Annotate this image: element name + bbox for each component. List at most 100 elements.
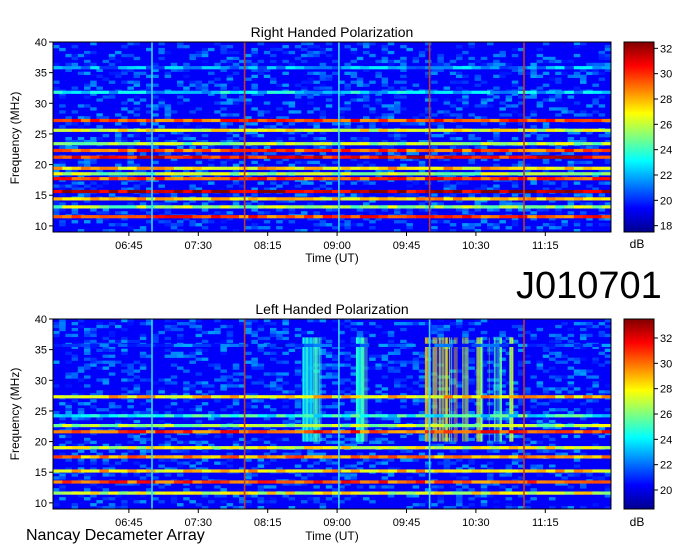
band-mark bbox=[136, 166, 147, 170]
heatmap-cell bbox=[77, 324, 85, 329]
heatmap-cell bbox=[133, 360, 141, 364]
heatmap-cell bbox=[387, 62, 395, 67]
heatmap-cell bbox=[325, 104, 333, 108]
band-mark bbox=[397, 66, 407, 70]
heatmap-cell bbox=[505, 98, 513, 102]
heatmap-cell bbox=[418, 360, 426, 364]
heatmap-cell bbox=[573, 464, 581, 468]
band-mark bbox=[397, 469, 407, 473]
heatmap-cell bbox=[530, 333, 537, 338]
heatmap-cell bbox=[226, 324, 234, 329]
heatmap-cell bbox=[431, 485, 438, 489]
band-mark bbox=[118, 215, 128, 219]
band-mark bbox=[183, 118, 193, 123]
band-mark bbox=[564, 430, 575, 434]
heatmap-cell bbox=[251, 47, 258, 52]
heatmap-cell bbox=[307, 160, 314, 165]
heatmap-cell bbox=[369, 354, 376, 358]
heatmap-cell bbox=[524, 208, 531, 212]
band-mark bbox=[545, 197, 556, 201]
heatmap-cell bbox=[220, 351, 227, 355]
heatmap-cell bbox=[319, 145, 327, 150]
band-mark bbox=[573, 148, 584, 153]
band-mark bbox=[564, 155, 575, 159]
band-mark bbox=[518, 155, 528, 159]
heatmap-cell bbox=[164, 473, 172, 477]
heatmap-cell bbox=[139, 363, 147, 367]
band-mark bbox=[136, 491, 147, 495]
heatmap-cell bbox=[195, 351, 203, 355]
heatmap-cell bbox=[263, 440, 271, 444]
heatmap-cell bbox=[201, 357, 209, 361]
band-mark bbox=[415, 148, 426, 153]
band-mark bbox=[173, 343, 184, 347]
heatmap-cell bbox=[369, 333, 376, 338]
y-tick-label: 20 bbox=[35, 437, 47, 449]
heatmap-cell bbox=[375, 390, 382, 394]
heatmap-cell bbox=[437, 202, 444, 206]
band-mark bbox=[53, 491, 63, 495]
band-mark bbox=[452, 205, 463, 209]
band-mark bbox=[592, 172, 603, 176]
heatmap-cell bbox=[387, 107, 395, 111]
band-mark bbox=[555, 215, 565, 219]
band-mark bbox=[136, 414, 147, 418]
band-mark bbox=[294, 118, 305, 123]
heatmap-cell bbox=[350, 181, 358, 185]
heatmap-cell bbox=[263, 336, 271, 341]
band-mark bbox=[471, 205, 482, 209]
heatmap-cell bbox=[344, 45, 351, 49]
band-mark bbox=[294, 424, 305, 428]
band-mark bbox=[173, 166, 184, 170]
band-mark bbox=[359, 197, 370, 201]
heatmap-cell bbox=[561, 354, 568, 358]
band-mark bbox=[341, 148, 351, 153]
heatmap-cell bbox=[449, 473, 457, 477]
band-mark bbox=[201, 166, 212, 170]
heatmap-cell bbox=[449, 184, 457, 188]
band-mark bbox=[248, 118, 258, 123]
band-mark bbox=[62, 414, 72, 418]
x-tick-label: 09:45 bbox=[393, 517, 421, 529]
band-mark bbox=[406, 215, 417, 219]
heatmap-cell bbox=[226, 80, 234, 84]
heatmap-cell bbox=[400, 193, 407, 197]
heatmap-cell bbox=[313, 497, 320, 501]
heatmap-cell bbox=[133, 369, 141, 373]
heatmap-cell bbox=[133, 134, 141, 138]
heatmap-cell bbox=[220, 461, 227, 465]
band-mark bbox=[118, 128, 128, 132]
heatmap-cell bbox=[437, 333, 444, 338]
band-mark bbox=[536, 430, 547, 434]
heatmap-cell bbox=[313, 107, 320, 111]
band-mark bbox=[90, 118, 100, 123]
band-mark bbox=[294, 395, 305, 399]
band-mark bbox=[378, 343, 389, 347]
band-mark bbox=[480, 455, 491, 459]
band-mark bbox=[294, 128, 305, 132]
heatmap-cell bbox=[431, 134, 438, 138]
band-mark bbox=[518, 424, 528, 428]
band-mark bbox=[536, 205, 547, 209]
band-mark bbox=[173, 414, 184, 418]
heatmap-cell bbox=[344, 122, 351, 126]
band-mark bbox=[248, 469, 258, 473]
band-mark bbox=[192, 395, 203, 399]
heatmap-cell bbox=[164, 354, 172, 358]
heatmap-cell bbox=[90, 83, 97, 87]
band-mark bbox=[490, 414, 500, 418]
heatmap-cell bbox=[65, 372, 72, 376]
band-mark bbox=[573, 491, 584, 495]
band-mark bbox=[499, 148, 510, 153]
band-mark bbox=[248, 343, 258, 347]
heatmap-cell bbox=[350, 464, 358, 468]
band-mark bbox=[573, 197, 584, 201]
heatmap-cell bbox=[220, 163, 227, 167]
heatmap-cell bbox=[257, 71, 265, 75]
heatmap-cell bbox=[208, 47, 215, 52]
heatmap-cell bbox=[555, 95, 562, 99]
band-mark bbox=[220, 177, 231, 181]
band-mark bbox=[322, 66, 333, 70]
heatmap-cell bbox=[400, 163, 407, 167]
heatmap-cell bbox=[220, 348, 227, 352]
